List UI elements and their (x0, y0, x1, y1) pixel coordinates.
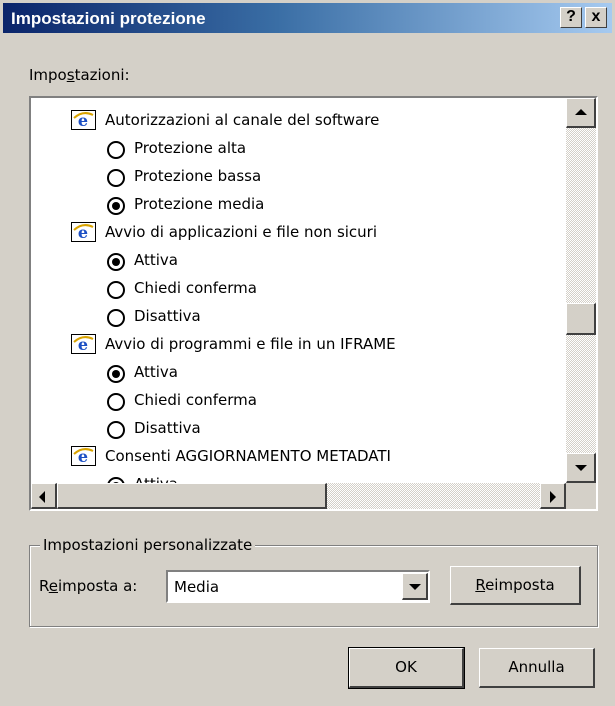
radio-empty-icon[interactable] (107, 393, 125, 411)
ie-settings-icon: e (71, 333, 97, 355)
radio-empty-icon[interactable] (107, 309, 125, 327)
reset-button-accesskey: R (475, 576, 486, 594)
settings-category-label: Consenti AGGIORNAMENTO METADATI (105, 447, 391, 465)
settings-option-label: Protezione media (134, 195, 265, 213)
window-title: Impostazioni protezione (11, 9, 206, 28)
radio-selected-icon[interactable] (107, 253, 125, 271)
arrow-up-icon (575, 109, 587, 115)
radio-dot (112, 258, 120, 266)
cancel-button[interactable]: Annulla (479, 648, 595, 688)
scroll-thumb[interactable] (566, 303, 596, 335)
radio-selected-icon[interactable] (107, 197, 125, 215)
radio-empty-icon[interactable] (107, 141, 125, 159)
help-button[interactable]: ? (560, 7, 582, 28)
settings-label-accesskey: s (66, 66, 75, 84)
reset-level-value: Media (174, 578, 220, 596)
arrow-left-icon (39, 491, 45, 503)
arrow-down-icon (575, 465, 587, 471)
settings-label: Impostazioni: (29, 66, 130, 84)
radio-empty-icon[interactable] (107, 281, 125, 299)
settings-label-part: tazioni: (74, 66, 130, 84)
settings-option-label: Chiedi conferma (134, 279, 257, 297)
settings-category-label: Autorizzazioni al canale del software (105, 111, 380, 129)
radio-selected-icon[interactable] (107, 365, 125, 383)
security-settings-dialog: Impostazioni protezione ? x Impostazioni… (0, 0, 615, 706)
vertical-scrollbar[interactable] (566, 98, 596, 483)
radio-empty-icon[interactable] (107, 421, 125, 439)
dropdown-button[interactable] (402, 573, 428, 600)
reset-to-label-part: imposta a: (57, 577, 138, 595)
settings-option-label: Chiedi conferma (134, 391, 257, 409)
settings-category-label: Avvio di applicazioni e file non sicuri (105, 223, 378, 241)
radio-empty-icon[interactable] (107, 169, 125, 187)
radio-dot (112, 370, 120, 378)
ie-settings-icon: e (71, 109, 97, 131)
settings-option-label: Protezione alta (134, 139, 247, 157)
settings-option-label: Protezione bassa (134, 167, 262, 185)
settings-tree[interactable]: e Autorizzazioni al canale del software Pr… (29, 96, 598, 511)
reset-to-label-part: R (39, 577, 49, 595)
ie-settings-icon: e (71, 445, 97, 467)
settings-option-label: Attiva (134, 470, 178, 483)
scroll-left-button[interactable] (31, 483, 57, 509)
radio-dot (112, 202, 120, 210)
horizontal-scrollbar[interactable] (31, 483, 566, 509)
horizontal-scroll-thumb[interactable] (57, 483, 327, 509)
title-bar[interactable]: Impostazioni protezione ? x (3, 3, 612, 33)
reset-button[interactable]: Reimposta (450, 566, 581, 605)
close-button[interactable]: x (585, 7, 607, 28)
reset-button-label: eimposta (485, 576, 555, 594)
settings-option-label: Disattiva (134, 419, 201, 437)
scroll-down-button[interactable] (566, 453, 596, 483)
settings-category-label: Avvio di programmi e file in un IFRAME (105, 335, 396, 353)
settings-label-part: Impo (29, 66, 67, 84)
settings-option-label: Disattiva (134, 307, 201, 325)
reset-to-label: Reimposta a: (39, 577, 137, 595)
reset-level-select[interactable]: Media (166, 570, 430, 603)
settings-tree-viewport: e Autorizzazioni al canale del software Pr… (31, 98, 566, 483)
arrow-right-icon (550, 491, 556, 503)
ie-settings-icon: e (71, 221, 97, 243)
ok-button[interactable]: OK (348, 647, 465, 689)
scroll-right-button[interactable] (540, 483, 566, 509)
custom-settings-legend: Impostazioni personalizzate (40, 536, 256, 554)
scrollbar-corner (566, 483, 596, 509)
chevron-down-icon (409, 584, 421, 590)
settings-option-label: Attiva (134, 251, 178, 269)
reset-to-accesskey: e (48, 577, 58, 595)
settings-option-label: Attiva (134, 363, 178, 381)
scroll-up-button[interactable] (566, 98, 596, 128)
